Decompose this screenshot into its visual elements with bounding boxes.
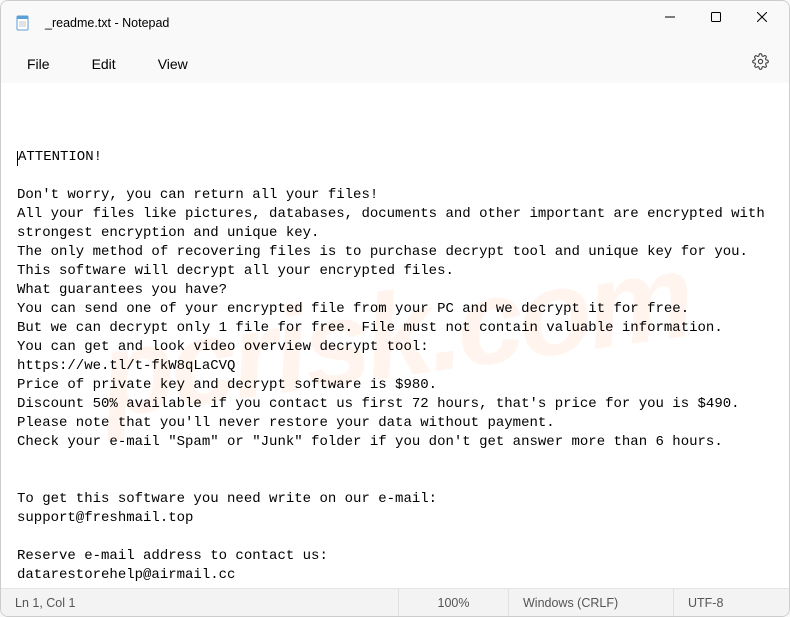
maximize-button[interactable]	[693, 1, 739, 33]
window-controls	[647, 1, 785, 45]
menu-view[interactable]: View	[144, 50, 202, 78]
menu-edit[interactable]: Edit	[78, 50, 130, 78]
status-zoom[interactable]: 100%	[399, 589, 509, 616]
menubar: File Edit View	[1, 45, 789, 83]
document-content: ATTENTION! Don't worry, you can return a…	[17, 149, 773, 588]
window-title: _readme.txt - Notepad	[45, 16, 647, 30]
close-button[interactable]	[739, 1, 785, 33]
text-editor[interactable]: pcrisk.com ATTENTION! Don't worry, you c…	[1, 83, 789, 588]
status-cursor-position: Ln 1, Col 1	[1, 589, 399, 616]
statusbar: Ln 1, Col 1 100% Windows (CRLF) UTF-8	[1, 588, 789, 616]
settings-button[interactable]	[743, 47, 777, 81]
status-line-ending: Windows (CRLF)	[509, 589, 674, 616]
text-caret	[17, 151, 18, 166]
status-encoding: UTF-8	[674, 589, 789, 616]
gear-icon	[752, 53, 769, 75]
titlebar: _readme.txt - Notepad	[1, 1, 789, 45]
notepad-app-icon	[15, 15, 31, 31]
menu-file[interactable]: File	[13, 50, 64, 78]
minimize-button[interactable]	[647, 1, 693, 33]
notepad-window: _readme.txt - Notepad File Edit View	[0, 0, 790, 617]
